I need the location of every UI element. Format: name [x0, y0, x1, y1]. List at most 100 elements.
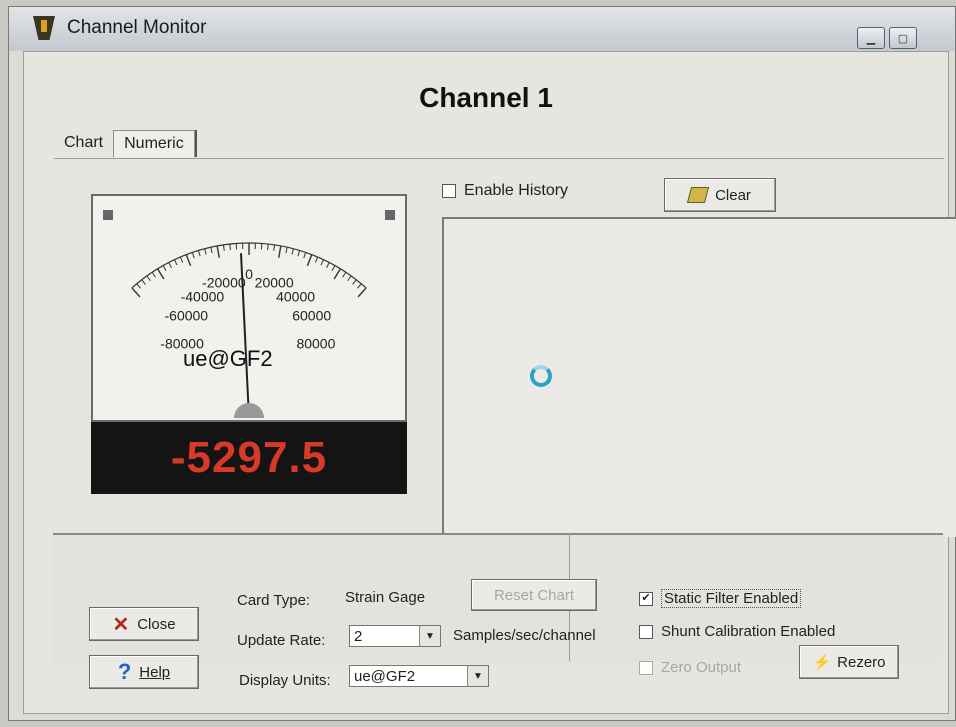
- meter-tick: [347, 275, 352, 282]
- meter-scale-label: 0: [245, 266, 253, 282]
- meter-tick: [285, 247, 288, 254]
- meter-tick: [191, 252, 195, 259]
- meter-tick: [297, 250, 301, 257]
- reset-chart-label: Reset Chart: [493, 586, 575, 604]
- display-units-label: Display Units:: [239, 672, 331, 689]
- meter-tick: [151, 271, 156, 278]
- meter-tick: [278, 245, 282, 258]
- meter-unit-label: ue@GF2: [183, 346, 273, 371]
- card-type-label: Card Type:: [237, 592, 311, 609]
- meter-tick: [320, 259, 324, 266]
- close-icon: ✕: [112, 613, 130, 636]
- meter-scale-label: -20000: [202, 274, 246, 290]
- meter-tick: [162, 265, 167, 272]
- meter-tick: [357, 283, 362, 289]
- meter-tick: [174, 259, 178, 266]
- meter-tick: [141, 279, 146, 285]
- meter-tick: [197, 250, 201, 257]
- meter-tick: [229, 244, 231, 251]
- help-icon: ?: [117, 659, 132, 684]
- card-type-value: Strain Gage: [345, 589, 426, 606]
- meter-tick: [146, 275, 151, 282]
- zero-output-checkbox[interactable]: [639, 660, 653, 675]
- meter-tick: [136, 283, 141, 289]
- meter-scale-label: 80000: [296, 336, 335, 352]
- meter-tick: [342, 271, 347, 278]
- chevron-down-icon[interactable]: ▼: [419, 626, 440, 646]
- lightning-icon: ⚡: [812, 654, 832, 671]
- channel-title: Channel 1: [419, 82, 553, 113]
- meter-tick: [357, 287, 367, 298]
- maximize-button[interactable]: ▢: [889, 27, 917, 49]
- analog-meter: -80000 -60000 -40000 -20000 0 20000 40000 60000…: [91, 194, 407, 422]
- tab-chart[interactable]: Chart: [54, 130, 113, 157]
- shunt-calibration-checkbox[interactable]: [639, 624, 653, 639]
- meter-dial: -80000-60000-40000-200000200004000060000…: [131, 242, 367, 419]
- readout-value: -5297.5: [170, 433, 328, 482]
- meter-tick: [291, 248, 294, 255]
- needle-pivot: [234, 403, 264, 418]
- meter-scale-label: 40000: [276, 289, 315, 305]
- meter-scale-label: -40000: [181, 289, 225, 305]
- title-bar: Channel Monitor ▁ ▢: [9, 7, 955, 51]
- static-filter-label: Static Filter Enabled: [661, 589, 802, 608]
- numeric-readout: -5297.5: [91, 422, 407, 494]
- rezero-button[interactable]: ⚡ Rezero: [799, 645, 899, 679]
- maximize-icon: ▢: [897, 32, 909, 45]
- meter-tick: [303, 252, 307, 259]
- update-rate-select[interactable]: 2 ▼: [349, 625, 441, 647]
- meter-tick: [179, 256, 184, 263]
- meter-tick: [314, 256, 319, 263]
- help-label: Help: [139, 663, 171, 681]
- static-filter-option[interactable]: ✔ Static Filter Enabled: [639, 589, 802, 608]
- enable-history[interactable]: Enable History: [442, 182, 568, 200]
- close-label: Close: [137, 615, 176, 633]
- shunt-calibration-option[interactable]: Shunt Calibration Enabled: [639, 623, 835, 640]
- tab-strip: Chart Numeric: [54, 130, 195, 157]
- meter-tick: [185, 254, 192, 267]
- close-button[interactable]: ✕ Close: [89, 607, 199, 641]
- minimize-icon: ▁: [866, 32, 876, 45]
- update-rate-label: Update Rate:: [237, 632, 326, 649]
- update-rate-units: Samples/sec/channel: [453, 627, 596, 644]
- reset-chart-button[interactable]: Reset Chart: [471, 579, 597, 611]
- clear-label: Clear: [715, 186, 751, 204]
- meter-tick: [222, 244, 225, 251]
- meter-tick: [267, 244, 269, 251]
- meter-tick: [306, 254, 313, 267]
- meter-tick: [331, 265, 336, 272]
- shunt-calibration-label: Shunt Calibration Enabled: [661, 623, 836, 640]
- help-button[interactable]: ? Help: [89, 655, 199, 689]
- enable-history-checkbox[interactable]: [442, 184, 456, 198]
- meter-tick: [352, 279, 357, 285]
- meter-tick: [168, 262, 172, 269]
- meter-tick: [273, 244, 276, 251]
- rezero-label: Rezero: [837, 653, 886, 671]
- meter-tick: [326, 262, 330, 269]
- zero-output-label: Zero Output: [661, 659, 742, 676]
- eraser-icon: [686, 187, 710, 203]
- meter-tick: [216, 245, 220, 258]
- minimize-button[interactable]: ▁: [857, 27, 885, 49]
- window-title: Channel Monitor: [67, 17, 207, 38]
- zero-output-option[interactable]: Zero Output: [639, 659, 741, 676]
- meter-tick: [156, 268, 165, 280]
- meter-scale-label: 60000: [292, 308, 331, 324]
- meter-scale-label: -60000: [165, 308, 209, 324]
- tab-numeric[interactable]: Numeric: [113, 130, 195, 157]
- clear-button[interactable]: Clear: [664, 178, 776, 212]
- meter-tick: [333, 268, 342, 280]
- display-units-value: ue@GF2: [354, 667, 416, 685]
- display-units-select[interactable]: ue@GF2 ▼: [349, 665, 489, 687]
- history-panel: [442, 217, 956, 537]
- update-rate-value: 2: [354, 627, 363, 645]
- channel-monitor-window: Channel Monitor ▁ ▢ Channel 1 Chart Nume…: [8, 6, 956, 721]
- chevron-down-icon[interactable]: ▼: [467, 666, 488, 686]
- static-filter-checkbox[interactable]: ✔: [639, 591, 653, 606]
- app-icon: [33, 16, 55, 40]
- meter-tick: [210, 247, 213, 254]
- meter-tick: [131, 287, 141, 298]
- loading-spinner-icon: [530, 365, 552, 387]
- enable-history-label: Enable History: [464, 182, 569, 199]
- meter-tick: [204, 248, 207, 255]
